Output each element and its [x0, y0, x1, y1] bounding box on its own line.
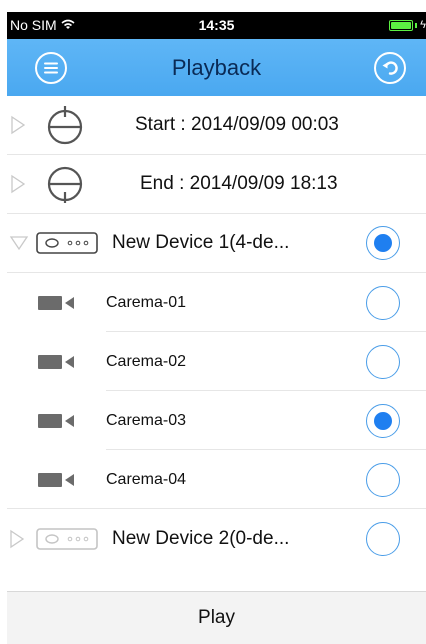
device-row[interactable]: New Device 1(4-de...	[7, 214, 426, 273]
camera-name: Carema-01	[106, 293, 187, 311]
expand-arrow-icon	[10, 529, 25, 548]
start-clock-icon	[47, 106, 83, 145]
camera-name: Carema-04	[106, 470, 187, 488]
undo-button[interactable]	[374, 52, 406, 84]
end-clock-icon	[47, 166, 83, 203]
undo-icon	[382, 61, 398, 75]
collapse-arrow-icon	[9, 236, 29, 251]
device-name: New Device 1(4-de...	[112, 232, 290, 253]
camera-icon	[38, 413, 74, 428]
start-time-row[interactable]: Start : 2014/09/09 00:03	[7, 96, 426, 155]
status-bar: No SIM 14:35 ϟ	[7, 12, 426, 39]
status-time: 14:35	[198, 17, 235, 33]
device-select-radio[interactable]	[366, 226, 400, 260]
menu-button[interactable]	[35, 52, 67, 84]
camera-row[interactable]: Carema-01	[7, 273, 426, 332]
battery-icon	[389, 19, 414, 31]
end-time-label: End : 2014/09/09 18:13	[140, 173, 338, 194]
camera-name: Carema-02	[106, 352, 187, 370]
device-name: New Device 2(0-de...	[112, 527, 290, 549]
camera-select-radio[interactable]	[366, 285, 400, 320]
page-title: Playback	[171, 54, 262, 80]
camera-icon	[38, 354, 74, 369]
dvr-device-icon	[36, 527, 98, 550]
charging-icon: ϟ	[420, 19, 426, 31]
device-select-radio[interactable]	[366, 521, 400, 556]
device-row[interactable]: New Device 2(0-de...	[7, 509, 426, 568]
camera-row[interactable]: Carema-04	[7, 450, 426, 509]
camera-select-radio[interactable]	[366, 344, 400, 379]
nav-bar: Playback	[7, 39, 426, 96]
expand-arrow-icon	[11, 115, 26, 135]
end-time-row[interactable]: End : 2014/09/09 18:13	[7, 155, 426, 214]
battery-tip	[415, 22, 418, 28]
app-frame: No SIM 14:35 ϟ Playback Start: 2014/09/…	[7, 12, 426, 644]
play-button[interactable]: Play	[7, 591, 426, 644]
battery-indicator: ϟ	[389, 19, 426, 31]
radio-selected-dot	[374, 234, 392, 252]
camera-row[interactable]: Carema-02	[7, 332, 426, 391]
camera-name: Carema-03	[106, 411, 187, 429]
dvr-device-icon	[36, 232, 98, 254]
radio-selected-dot	[374, 411, 392, 430]
expand-arrow-icon	[11, 174, 26, 194]
camera-select-radio[interactable]	[366, 462, 400, 497]
camera-select-radio[interactable]	[366, 403, 400, 438]
camera-icon	[38, 295, 74, 310]
start-time-label: Start : 2014/09/09 00:03	[135, 114, 339, 135]
camera-row[interactable]: Carema-03	[7, 391, 426, 450]
menu-icon	[44, 62, 58, 74]
camera-icon	[38, 472, 74, 487]
